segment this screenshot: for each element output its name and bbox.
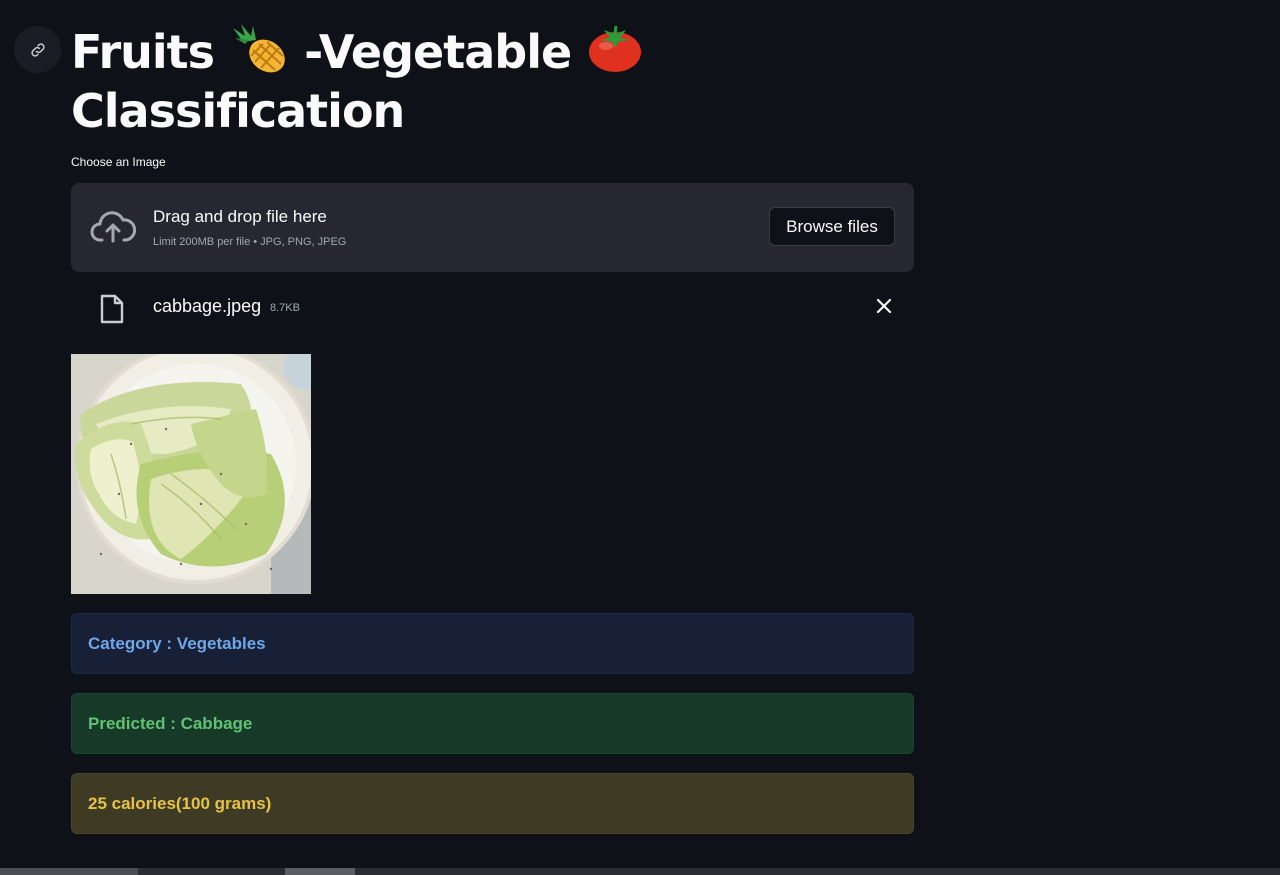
link-icon bbox=[30, 42, 45, 57]
taskbar-segment bbox=[285, 868, 355, 875]
uploader-label: Choose an Image bbox=[71, 155, 166, 169]
cloud-upload-icon bbox=[90, 208, 137, 251]
category-text: Category : Vegetables bbox=[88, 633, 266, 653]
uploaded-file-row: cabbage.jpeg 8.7KB bbox=[71, 290, 914, 326]
title-fruits: Fruits bbox=[71, 25, 215, 79]
page-title: Fruits -Vegetable Classification bbox=[71, 22, 644, 138]
dropzone-instructions: Drag and drop file here bbox=[153, 207, 327, 226]
dropzone-limit: Limit 200MB per file • JPG, PNG, JPEG bbox=[153, 236, 347, 248]
title-vegetable: -Vegetable bbox=[304, 25, 572, 79]
taskbar-segment bbox=[0, 868, 138, 875]
pineapple-icon bbox=[229, 22, 289, 85]
browse-files-button[interactable]: Browse files bbox=[769, 207, 895, 246]
file-size: 8.7KB bbox=[270, 302, 300, 314]
prediction-text: Predicted : Cabbage bbox=[88, 713, 253, 733]
file-dropzone[interactable]: Drag and drop file here Limit 200MB per … bbox=[71, 183, 914, 272]
calories-alert: 25 calories(100 grams) bbox=[71, 773, 914, 834]
tomato-icon bbox=[586, 22, 644, 85]
header-link-button[interactable] bbox=[14, 26, 61, 73]
file-name: cabbage.jpeg bbox=[153, 296, 262, 316]
close-icon[interactable] bbox=[873, 295, 895, 322]
category-alert: Category : Vegetables bbox=[71, 613, 914, 674]
taskbar-strip bbox=[0, 868, 1280, 875]
file-icon bbox=[100, 294, 124, 329]
uploaded-image-preview bbox=[71, 354, 311, 594]
calories-text: 25 calories(100 grams) bbox=[88, 793, 272, 813]
title-classification: Classification bbox=[71, 84, 405, 138]
prediction-alert: Predicted : Cabbage bbox=[71, 693, 914, 754]
